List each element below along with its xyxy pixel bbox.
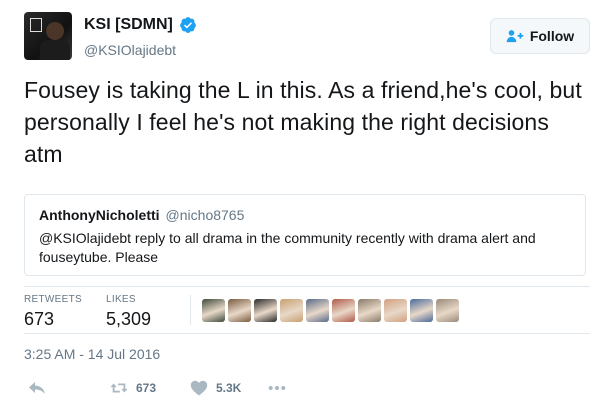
avatar-logo [30, 18, 42, 32]
more-dots-icon [268, 386, 286, 390]
tweet-text: Fousey is taking the L in this. As a fri… [24, 77, 582, 167]
author-handle[interactable]: @KSIOlajidebt [84, 42, 176, 58]
more-button[interactable] [268, 380, 286, 396]
heart-icon [190, 380, 208, 396]
avatar-head [46, 22, 64, 40]
like-count: 5.3K [216, 381, 242, 395]
retweets-label: RETWEETS [24, 294, 82, 305]
quoted-author-handle: @nicho8765 [165, 207, 245, 223]
follow-button-label: Follow [529, 28, 575, 44]
quoted-tweet-header: AnthonyNicholetti @nicho8765 [39, 207, 571, 223]
liker-avatar[interactable] [384, 299, 407, 322]
avatar-body [40, 40, 70, 60]
verified-badge-icon [180, 17, 196, 33]
liker-avatar[interactable] [202, 299, 225, 322]
likes-label: LIKES [106, 294, 136, 305]
quoted-tweet-text: @KSIOlajidebt reply to all drama in the … [39, 230, 536, 265]
author-name-row: KSI [SDMN] [84, 16, 197, 34]
retweet-icon [110, 383, 128, 393]
author-display-name[interactable]: KSI [SDMN] [84, 16, 173, 34]
tweet-actions: 673 5.3K [24, 376, 590, 400]
retweets-stat[interactable]: RETWEETS 673 [24, 294, 82, 330]
reply-icon [29, 382, 45, 394]
quoted-author-name: AnthonyNicholetti [39, 207, 160, 223]
reply-button[interactable] [28, 380, 46, 396]
liker-avatar[interactable] [228, 299, 251, 322]
tweet-timestamp[interactable]: 3:25 AM - 14 Jul 2016 [24, 346, 160, 362]
liker-avatar[interactable] [306, 299, 329, 322]
likes-value: 5,309 [106, 309, 152, 329]
stats-divider [190, 295, 191, 325]
liker-avatar[interactable] [332, 299, 355, 322]
tweet-header: KSI [SDMN] @KSIOlajidebt Follow [24, 12, 590, 68]
author-avatar[interactable] [24, 12, 72, 60]
retweet-count: 673 [136, 381, 157, 395]
quoted-tweet[interactable]: AnthonyNicholetti @nicho8765 @KSIOlajide… [24, 194, 586, 276]
add-user-icon [506, 30, 524, 43]
liker-avatar[interactable] [280, 299, 303, 322]
liker-avatar[interactable] [410, 299, 433, 322]
liker-avatar[interactable] [436, 299, 459, 322]
retweet-button[interactable]: 673 [110, 380, 156, 396]
liker-avatar[interactable] [254, 299, 277, 322]
like-button[interactable]: 5.3K [190, 380, 241, 396]
retweets-value: 673 [24, 309, 55, 329]
likes-stat[interactable]: LIKES 5,309 [106, 294, 151, 330]
liker-avatars [202, 299, 459, 322]
follow-button[interactable]: Follow [490, 18, 590, 54]
tweet-stats: RETWEETS 673 LIKES 5,309 [24, 286, 590, 334]
liker-avatar[interactable] [358, 299, 381, 322]
